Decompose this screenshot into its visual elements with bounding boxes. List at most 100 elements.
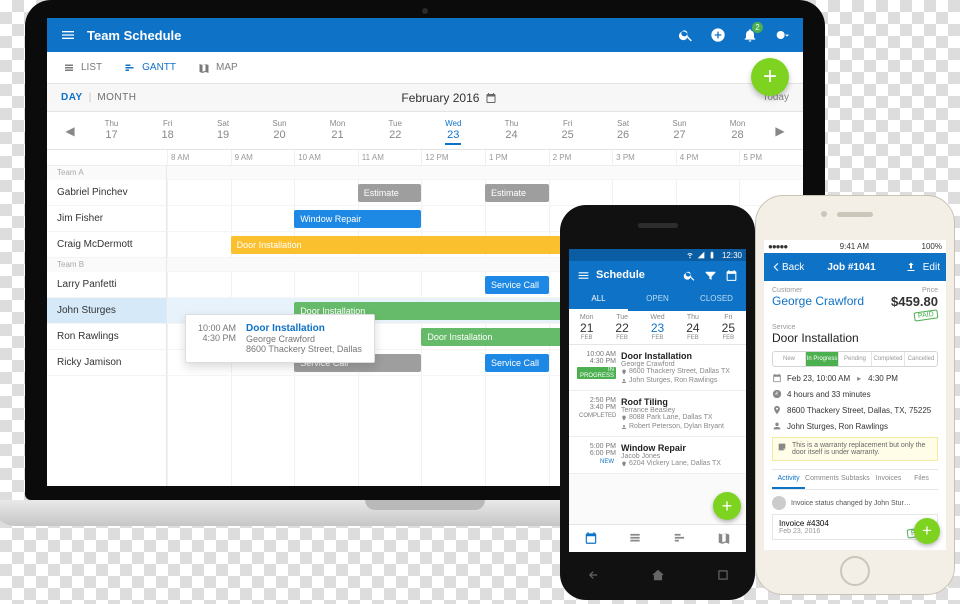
tab-map[interactable]: MAP [198,62,238,74]
day-cell[interactable]: Thu24 [505,117,519,145]
gantt-bar[interactable]: Window Repair [294,210,421,228]
gantt-bar[interactable]: Estimate [358,184,422,202]
day-cell[interactable]: Sun27 [672,117,686,145]
address-row[interactable]: 8600 Thackery Street, Dallas, TX, 75225 [772,405,938,415]
header-title: Schedule [596,269,675,281]
note-icon [777,442,787,452]
share-icon[interactable] [905,261,917,273]
edit-button[interactable]: Edit [923,262,940,273]
assignees-row: John Sturges, Ron Rawlings [772,421,938,431]
home-button[interactable] [840,556,870,586]
clock-icon [772,389,782,399]
day-cell[interactable]: Wed23FEB [640,311,675,344]
filter-icon[interactable] [704,269,717,282]
status-option[interactable]: Cancelled [904,352,937,366]
day-cell[interactable]: Fri25 [562,117,574,145]
status-option[interactable]: In Progress [805,352,838,366]
tab-open[interactable]: OPEN [628,289,687,311]
day-cell[interactable]: Mon21 [330,117,346,145]
tab-all[interactable]: ALL [569,289,628,311]
detail-tab[interactable]: Comments [805,470,839,489]
range-month[interactable]: MONTH [97,92,136,103]
range-day[interactable]: DAY [61,92,83,103]
day-cell[interactable]: Mon21FEB [569,311,604,344]
search-icon[interactable] [683,269,696,282]
notif-badge: 2 [752,22,763,33]
nav-list-icon[interactable] [628,531,642,547]
tab-closed[interactable]: CLOSED [687,289,746,311]
calendar-icon[interactable] [485,92,497,104]
nav-gantt-icon[interactable] [673,531,687,547]
job-item[interactable]: 5:00 PM6:00 PMNEWWindow RepairJacob Jone… [569,437,746,474]
sys-recent-icon[interactable] [714,568,732,582]
day-cell[interactable]: Wed23 [445,117,461,145]
android-fab[interactable]: + [713,492,741,520]
invoice-card[interactable]: Invoice #4304 Feb 23, 2016 PAID [772,514,938,540]
job-item[interactable]: 2:50 PM3:40 PMCOMPLETEDRoof TilingTerran… [569,391,746,437]
view-tabs: LIST GANTT MAP + [47,52,803,84]
gantt-bar[interactable]: Service Call [485,354,549,372]
hamburger-icon[interactable] [577,269,590,282]
detail-tab[interactable]: Activity [772,470,805,489]
gantt-bar[interactable]: Estimate [485,184,549,202]
battery-pct: 100% [922,242,942,251]
ios-fab[interactable]: + [914,518,940,544]
employee-row[interactable]: John Sturges [47,298,166,324]
day-cell[interactable]: Fri25FEB [711,311,746,344]
sys-back-icon[interactable] [584,568,602,582]
paid-stamp: PAID [914,309,939,321]
employee-row[interactable]: Ron Rawlings [47,324,166,350]
prev-arrow-icon[interactable]: ◀ [57,124,83,138]
employee-row[interactable]: Craig McDermott [47,232,166,258]
day-cell[interactable]: Sat26 [617,117,629,145]
avatar [772,496,786,510]
employee-row[interactable]: Jim Fisher [47,206,166,232]
sys-home-icon[interactable] [649,568,667,582]
day-cell[interactable]: Sat19 [217,117,229,145]
status-option[interactable]: Pending [838,352,871,366]
notifications-icon[interactable]: 2 [741,26,759,44]
nav-map-icon[interactable] [717,531,731,547]
employee-row[interactable]: Gabriel Pinchev [47,180,166,206]
back-button[interactable]: Back [770,261,804,273]
customer-name[interactable]: George Crawford [772,294,864,308]
add-icon[interactable] [709,26,727,44]
app-header: Team Schedule 2 [47,18,803,52]
gantt-bar[interactable]: Service Call [485,276,549,294]
tab-list[interactable]: LIST [63,62,102,74]
status-time: 9:41 AM [787,242,921,251]
job-number: Job #1041 [804,262,899,273]
calendar-icon[interactable] [725,269,738,282]
day-cell[interactable]: Fri18 [162,117,174,145]
calendar-icon [772,373,782,383]
detail-tab[interactable]: Subtasks [839,470,872,489]
status-option[interactable]: New [773,352,805,366]
detail-tab[interactable]: Files [905,470,938,489]
tab-gantt[interactable]: GANTT [124,62,176,74]
customer-label: Customer [772,287,864,294]
add-fab[interactable]: + [751,58,789,96]
next-arrow-icon[interactable]: ▶ [767,124,793,138]
duration-row: 4 hours and 33 minutes [772,389,938,399]
day-cell[interactable]: Mon28 [730,117,746,145]
price-value: $459.80 [891,294,938,309]
team-label: Team B [47,258,166,272]
gantt-track: Estimate Estimate [167,180,803,206]
user-menu-icon[interactable] [773,26,791,44]
day-cell[interactable]: Sun20 [272,117,286,145]
service-name: Door Installation [772,331,938,345]
day-cell[interactable]: Thu17 [105,117,119,145]
status-option[interactable]: Completed [871,352,904,366]
day-cell[interactable]: Thu24FEB [675,311,710,344]
detail-tab[interactable]: Invoices [872,470,905,489]
employee-row[interactable]: Larry Panfetti [47,272,166,298]
search-icon[interactable] [677,26,695,44]
day-cell[interactable]: Tue22FEB [604,311,639,344]
nav-calendar-icon[interactable] [584,531,598,547]
time-row: Feb 23, 10:00 AM ▸ 4:30 PM [772,373,938,383]
battery-icon [708,251,716,259]
job-item[interactable]: 10:00 AM4:30 PMIN PROGRESSDoor Installat… [569,345,746,391]
hamburger-icon[interactable] [59,26,77,44]
employee-row[interactable]: Ricky Jamison [47,350,166,376]
day-cell[interactable]: Tue22 [388,117,402,145]
